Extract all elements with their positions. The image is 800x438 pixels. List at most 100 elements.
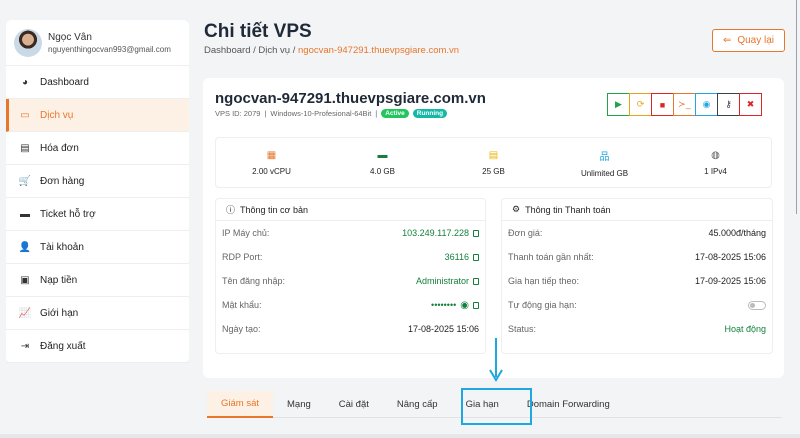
console-icon: ≻_ <box>678 99 691 109</box>
auto-renew-toggle[interactable] <box>748 300 766 310</box>
key-button[interactable]: ⚷ <box>717 93 740 116</box>
price-value: 45.000đ/tháng <box>708 228 766 238</box>
row-username: Tên đăng nhập: Administrator <box>216 269 485 293</box>
copy-icon[interactable] <box>473 277 479 285</box>
restart-button[interactable]: ⟳ <box>629 93 652 116</box>
row-last-payment: Thanh toán gần nhất: 17-08-2025 15:06 <box>502 245 772 269</box>
sidebar-item-label: Dịch vụ <box>40 109 74 121</box>
stop-button[interactable]: ■ <box>651 93 674 116</box>
sidebar-item-label: Ticket hỗ trợ <box>40 208 96 220</box>
vps-hostname: ngocvan-947291.thuevpsgiare.com.vn <box>215 90 486 107</box>
ip-text: 103.249.117.228 <box>402 228 469 238</box>
key-icon: ⚷ <box>725 99 732 109</box>
bottom-scrollbar[interactable] <box>0 434 800 438</box>
copy-icon[interactable] <box>473 301 479 309</box>
copy-icon[interactable] <box>473 253 479 261</box>
meta-separator: | <box>264 109 267 118</box>
tab-1[interactable]: Mạng <box>273 391 325 418</box>
username-label: Tên đăng nhập: <box>222 276 286 286</box>
page-title: Chi tiết VPS <box>204 21 312 42</box>
copy-icon[interactable] <box>473 229 479 237</box>
sidebar-item-2[interactable]: ▤ Hóa đơn <box>6 132 189 165</box>
arrow-left-icon: ⇐ <box>722 35 732 46</box>
user-profile[interactable]: Ngọc Vân nguyenthingocvan993@gmail.com <box>6 20 189 66</box>
eye-icon[interactable]: ◉ <box>460 300 469 311</box>
breadcrumb-services[interactable]: Dịch vụ <box>258 45 290 56</box>
breadcrumb: Dashboard / Dịch vụ / ngocvan-947291.thu… <box>204 45 459 56</box>
logout-icon: ⇥ <box>20 340 30 352</box>
status-value: Hoạt động <box>724 324 766 334</box>
sidebar: Ngọc Vân nguyenthingocvan993@gmail.com ◕… <box>6 20 189 363</box>
sidebar-item-label: Đăng xuất <box>40 340 86 352</box>
next-renewal-label: Gia hạn tiếp theo: <box>508 276 580 286</box>
rdp-port-value: 36116 <box>445 252 479 262</box>
auto-renew-label: Tự động gia hạn: <box>508 300 577 310</box>
tab-3[interactable]: Nâng cấp <box>383 391 452 418</box>
ticket-icon: ▬ <box>20 208 30 220</box>
sidebar-item-3[interactable]: 🛒 Đơn hàng <box>6 165 189 198</box>
start-icon: ▶ <box>615 99 622 109</box>
sidebar-item-4[interactable]: ▬ Ticket hỗ trợ <box>6 198 189 231</box>
sidebar-item-7[interactable]: 📈 Giới hạn <box>6 297 189 330</box>
ip-value: 103.249.117.228 <box>402 228 479 238</box>
back-button[interactable]: ⇐ Quay lại <box>712 29 785 52</box>
row-status: Status: Hoạt động <box>502 317 772 341</box>
user-email: nguyenthingocvan993@gmail.com <box>48 44 171 54</box>
status-badge-active: Active <box>381 109 409 118</box>
rdp-port-text: 36116 <box>444 252 469 262</box>
last-payment-label: Thanh toán gần nhất: <box>508 252 594 262</box>
tab-2[interactable]: Cài đặt <box>325 391 383 418</box>
console-button[interactable]: ≻_ <box>673 93 696 116</box>
row-price: Đơn giá: 45.000đ/tháng <box>502 221 772 245</box>
info-circle-icon: ⓘ <box>226 205 236 215</box>
gear-icon: ⚙ <box>512 204 521 214</box>
sidebar-item-6[interactable]: ▣ Nạp tiền <box>6 264 189 297</box>
status-label: Status: <box>508 324 537 334</box>
created-value: 17-08-2025 15:06 <box>407 324 479 334</box>
rdp-port-label: RDP Port: <box>222 252 263 262</box>
vps-action-toolbar: ▶ ⟳ ■ ≻_ ◉ ⚷ ✖ <box>607 93 762 116</box>
resource-3: 品 Unlimited GB <box>549 138 660 187</box>
next-renewal-value: 17-09-2025 15:06 <box>694 276 766 286</box>
sidebar-item-label: Đơn hàng <box>40 175 85 187</box>
tab-0[interactable]: Giám sát <box>207 391 274 418</box>
row-auto-renew: Tự động gia hạn: <box>502 293 772 317</box>
network-icon: 品 <box>599 151 610 163</box>
sidebar-item-label: Hóa đơn <box>40 142 79 154</box>
last-payment-value: 17-08-2025 15:06 <box>694 252 766 262</box>
sidebar-item-label: Giới hạn <box>40 307 79 319</box>
password-text: •••••••• <box>431 300 457 310</box>
price-label: Đơn giá: <box>508 228 543 238</box>
reinstall-icon: ◉ <box>702 99 711 109</box>
sidebar-item-5[interactable]: 👤 Tài khoản <box>6 231 189 264</box>
breadcrumb-separator: / <box>292 45 296 56</box>
breadcrumb-separator: / <box>253 45 256 56</box>
payment-info-title: Thông tin Thanh toán <box>525 204 611 215</box>
meta-separator: | <box>375 109 378 118</box>
basic-info-title: Thông tin cơ bản <box>240 204 308 215</box>
sidebar-item-0[interactable]: ◕ Dashboard <box>6 66 189 99</box>
restart-icon: ⟳ <box>636 99 645 109</box>
vps-resources: ▦ 2.00 vCPU ▬ 4.0 GB ▤ 25 GB 品 Unlimited GB ◍ 1 I… <box>215 137 772 188</box>
file-invoice-icon: ▤ <box>20 142 30 154</box>
destroy-button[interactable]: ✖ <box>739 93 762 116</box>
row-password: Mật khẩu: •••••••• ◉ <box>216 293 485 317</box>
sidebar-item-1[interactable]: ▭ Dịch vụ <box>6 99 189 132</box>
basic-info-panel: ⓘ Thông tin cơ bản IP Máy chủ: 103.249.11… <box>215 198 486 354</box>
resource-0: ▦ 2.00 vCPU <box>216 138 327 187</box>
gauge-icon: ◕ <box>21 76 29 88</box>
reinstall-button[interactable]: ◉ <box>695 93 718 116</box>
memory-icon: ▬ <box>377 149 388 161</box>
chart-line-icon: 📈 <box>18 307 32 319</box>
sidebar-item-label: Nạp tiền <box>40 274 78 286</box>
row-ip: IP Máy chủ: 103.249.117.228 <box>216 221 485 245</box>
breadcrumb-current: ngocvan-947291.thuevpsgiare.com.vn <box>298 45 460 56</box>
resource-1: ▬ 4.0 GB <box>327 138 438 187</box>
breadcrumb-dashboard[interactable]: Dashboard <box>204 45 250 56</box>
sidebar-item-8[interactable]: ⇥ Đăng xuất <box>6 330 189 363</box>
globe-icon: ◍ <box>711 149 720 161</box>
stop-icon: ■ <box>659 99 666 110</box>
resource-value: 4.0 GB <box>370 166 395 176</box>
payment-info-panel: ⚙ Thông tin Thanh toán Đơn giá: 45.000đ/t… <box>501 198 773 354</box>
start-button[interactable]: ▶ <box>607 93 630 116</box>
